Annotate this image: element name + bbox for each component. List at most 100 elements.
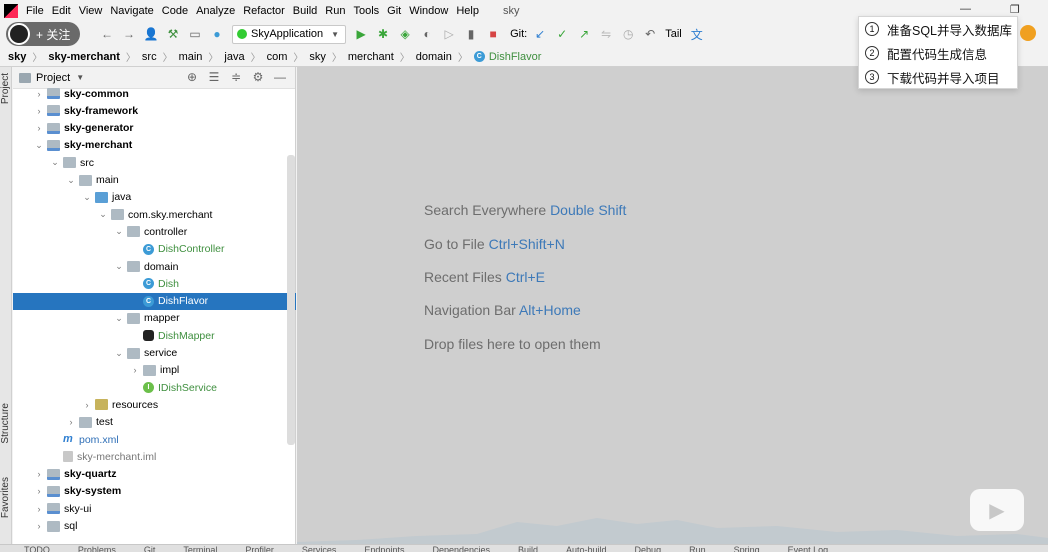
tree-row[interactable]: ⌄ java	[13, 189, 296, 206]
profile-icon[interactable]: ◐	[416, 24, 438, 44]
tree-row[interactable]: DishMapper	[13, 327, 296, 344]
tree-row[interactable]: ⌄ com.sky.merchant	[13, 206, 296, 223]
tree-row[interactable]: ⌄ service	[13, 345, 296, 362]
bottom-tab-event-log[interactable]: Event Log	[788, 545, 829, 552]
collapse-all-icon[interactable]: ≑	[225, 70, 247, 84]
bottom-tab-auto-build[interactable]: Auto-build	[566, 545, 607, 552]
popup-step-3[interactable]: 3 下载代码并导入项目	[859, 65, 1017, 89]
popup-step-2[interactable]: 2 配置代码生成信息	[859, 41, 1017, 65]
chevron-down-icon[interactable]: ⌄	[49, 157, 61, 168]
tree-row[interactable]: › impl	[13, 362, 296, 379]
tree-row[interactable]: ⌄ src	[13, 154, 296, 171]
chevron-right-icon[interactable]: ›	[33, 123, 45, 133]
coverage-icon[interactable]: ◈	[394, 24, 416, 44]
bottom-tab-dependencies[interactable]: Dependencies	[432, 545, 490, 552]
tree-row[interactable]: › sky-common	[13, 85, 296, 102]
back-arrow-icon[interactable]: ←	[96, 24, 118, 44]
forward-arrow-icon[interactable]: →	[118, 24, 140, 44]
video-play-icon[interactable]: ▶	[970, 489, 1024, 531]
chevron-right-icon[interactable]: ›	[33, 504, 45, 514]
chevron-right-icon[interactable]: ›	[65, 417, 77, 427]
bottom-tab-build[interactable]: Build	[518, 545, 538, 552]
menu-tools[interactable]: Tools	[349, 5, 383, 17]
menu-analyze[interactable]: Analyze	[192, 5, 239, 17]
locate-icon[interactable]: ⊕	[181, 70, 203, 84]
chevron-down-icon[interactable]: ⌄	[113, 226, 125, 237]
crumb-java[interactable]: java	[222, 51, 246, 63]
follow-watermark[interactable]: + 关注	[6, 22, 81, 46]
tree-row[interactable]: › sky-system	[13, 483, 296, 500]
tree-row[interactable]: › sky-ui	[13, 500, 296, 517]
rollback-icon[interactable]: ↶	[639, 24, 661, 44]
translate-icon[interactable]: 文	[686, 24, 708, 44]
crumb-sky-pkg[interactable]: sky	[307, 51, 328, 63]
class-icon[interactable]: ●	[206, 24, 228, 44]
chevron-right-icon[interactable]: ›	[33, 486, 45, 496]
expand-all-icon[interactable]: ☰	[203, 70, 225, 84]
menu-run[interactable]: Run	[321, 5, 349, 17]
gear-icon[interactable]: ⚙	[247, 70, 269, 84]
tail-button[interactable]: Tail	[665, 28, 682, 40]
favorites-tool-tab[interactable]: Favorites	[0, 477, 12, 518]
chevron-right-icon[interactable]: ›	[33, 89, 45, 99]
folder-icon[interactable]: ▭	[184, 24, 206, 44]
build-hammer-icon[interactable]: ⚒	[162, 24, 184, 44]
minimize-icon[interactable]: —	[960, 3, 971, 15]
chevron-down-icon[interactable]: ⌄	[113, 261, 125, 272]
chevron-right-icon[interactable]: ›	[81, 400, 93, 410]
tree-row[interactable]: ⌄ sky-merchant	[13, 137, 296, 154]
menu-file[interactable]: File	[22, 5, 48, 17]
bottom-tab-problems[interactable]: Problems	[78, 545, 116, 552]
tree-scrollbar[interactable]	[287, 155, 295, 445]
tree-row[interactable]: ⌄ domain	[13, 258, 296, 275]
layout-icon[interactable]: ▮	[460, 24, 482, 44]
hide-icon[interactable]: —	[269, 70, 291, 84]
bottom-tab-profiler[interactable]: Profiler	[245, 545, 274, 552]
stop-icon[interactable]: ■	[482, 24, 504, 44]
chevron-down-icon[interactable]: ⌄	[65, 175, 77, 186]
popup-step-1[interactable]: 1 准备SQL并导入数据库	[859, 17, 1017, 41]
menu-view[interactable]: View	[75, 5, 107, 17]
crumb-src[interactable]: src	[140, 51, 159, 63]
bottom-tab-run[interactable]: Run	[689, 545, 706, 552]
menu-git[interactable]: Git	[383, 5, 405, 17]
tree-row[interactable]: sky-merchant.iml	[13, 448, 296, 465]
menu-help[interactable]: Help	[452, 5, 483, 17]
git-update-icon[interactable]: ↙	[529, 24, 551, 44]
menu-edit[interactable]: Edit	[48, 5, 75, 17]
debug-icon[interactable]: ✱	[372, 24, 394, 44]
tree-row[interactable]: › sky-framework	[13, 102, 296, 119]
git-merge-icon[interactable]: ⇋	[595, 24, 617, 44]
restore-icon[interactable]: ❐	[1010, 3, 1020, 16]
chevron-down-icon[interactable]: ⌄	[97, 209, 109, 220]
crumb-class[interactable]: C DishFlavor	[472, 51, 541, 63]
tree-row[interactable]: › resources	[13, 396, 296, 413]
bottom-tab-endpoints[interactable]: Endpoints	[364, 545, 404, 552]
tree-row[interactable]: › sky-generator	[13, 120, 296, 137]
chevron-right-icon[interactable]: ›	[129, 365, 141, 375]
crumb-module[interactable]: sky-merchant	[46, 51, 122, 63]
git-push-icon[interactable]: ↗	[573, 24, 595, 44]
chevron-down-icon[interactable]: ▼	[76, 73, 84, 82]
run-icon[interactable]: ▶	[350, 24, 372, 44]
tree-row[interactable]: ⌄ main	[13, 172, 296, 189]
bottom-tab-git[interactable]: Git	[144, 545, 156, 552]
chevron-right-icon[interactable]: ›	[33, 469, 45, 479]
chevron-down-icon[interactable]: ⌄	[81, 192, 93, 203]
bottom-tab-spring[interactable]: Spring	[734, 545, 760, 552]
crumb-domain[interactable]: domain	[414, 51, 454, 63]
tree-row[interactable]: ⌄ controller	[13, 223, 296, 240]
chevron-down-icon[interactable]: ⌄	[33, 140, 45, 151]
notification-icon[interactable]	[1020, 25, 1036, 41]
bottom-tab-debug[interactable]: Debug	[635, 545, 662, 552]
tree-row[interactable]: I IDishService	[13, 379, 296, 396]
user-icon[interactable]: 👤	[140, 24, 162, 44]
chevron-right-icon[interactable]: ›	[33, 106, 45, 116]
tree-row[interactable]: m pom.xml	[13, 431, 296, 448]
crumb-main[interactable]: main	[177, 51, 205, 63]
menu-window[interactable]: Window	[405, 5, 452, 17]
crumb-sky[interactable]: sky	[6, 51, 28, 63]
project-panel-title[interactable]: Project	[36, 72, 70, 84]
crumb-merchant[interactable]: merchant	[346, 51, 396, 63]
tree-row[interactable]: ⌄ mapper	[13, 310, 296, 327]
